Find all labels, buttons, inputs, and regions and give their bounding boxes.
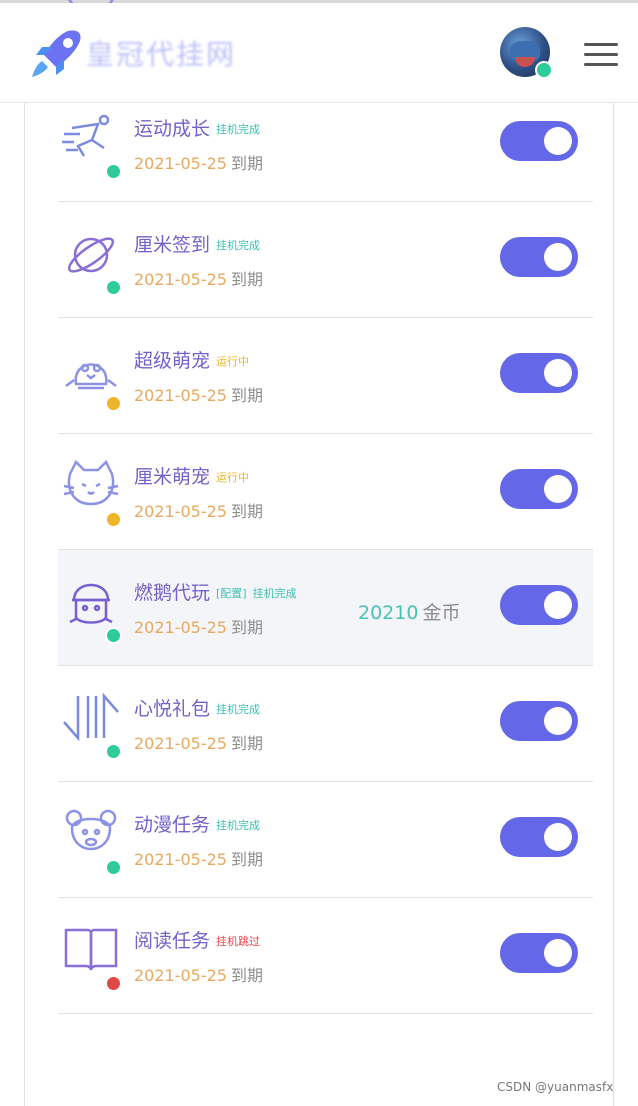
app-header: 皇冠代挂网 <box>0 3 638 103</box>
expire-date: 2021-05-25到期 <box>134 154 263 173</box>
status-dot <box>105 627 122 644</box>
task-status-tag: 运行中 <box>216 355 250 368</box>
task-name: 厘米萌宠 运行中 <box>134 466 250 488</box>
toggle-knob <box>544 823 572 851</box>
toggle-knob <box>544 591 572 619</box>
task-status-tag: 挂机完成 <box>216 239 261 252</box>
status-dot <box>105 859 122 876</box>
task-row[interactable]: 超级萌宠 运行中 2021-05-25 到期 <box>58 318 593 434</box>
task-row[interactable]: 厘米萌宠 运行中 2021-05-25 到期 <box>58 434 593 550</box>
task-status-tag: 运行中 <box>216 471 250 484</box>
watermark: CSDN @yuanmasfx <box>497 1080 614 1094</box>
task-toggle-switch[interactable] <box>500 353 578 393</box>
toggle-knob <box>544 939 572 967</box>
task-row[interactable]: 动漫任务 挂机完成 2021-05-25 到期 <box>58 782 593 898</box>
hamburger-menu-icon[interactable] <box>584 41 620 69</box>
toggle-knob <box>544 359 572 387</box>
task-status-tag: 挂机完成 <box>216 819 261 832</box>
expire-date: 2021-05-25到期 <box>134 618 263 637</box>
expire-date: 2021-05-25到期 <box>134 270 263 289</box>
toggle-knob <box>544 243 572 271</box>
task-row[interactable]: 阅读任务 挂机跳过 2021-05-25 到期 <box>58 898 593 1014</box>
task-row[interactable]: 厘米签到 挂机完成 2021-05-25 到期 <box>58 202 593 318</box>
status-dot <box>105 279 122 296</box>
task-toggle-switch[interactable] <box>500 237 578 277</box>
status-dot <box>105 743 122 760</box>
status-dot <box>105 163 122 180</box>
toggle-knob <box>544 127 572 155</box>
task-status-tag: 挂机完成 <box>216 123 261 136</box>
config-link[interactable]: [配置] <box>216 587 247 600</box>
task-toggle-switch[interactable] <box>500 469 578 509</box>
task-name: 厘米签到 挂机完成 <box>134 234 261 256</box>
coin-balance: 20210 金币 <box>358 602 461 624</box>
task-name: 阅读任务 挂机跳过 <box>134 930 261 952</box>
expire-date: 2021-05-25到期 <box>134 386 263 405</box>
toggle-knob <box>544 475 572 503</box>
toggle-knob <box>544 707 572 735</box>
brand-title[interactable]: 皇冠代挂网 <box>86 33 236 73</box>
status-dot <box>105 975 122 992</box>
task-toggle-switch[interactable] <box>500 121 578 161</box>
status-dot <box>105 511 122 528</box>
task-toggle-switch[interactable] <box>500 933 578 973</box>
task-toggle-switch[interactable] <box>500 585 578 625</box>
task-name: 动漫任务 挂机完成 <box>134 814 261 836</box>
task-name: 燃鹅代玩 [配置] 挂机完成 <box>134 582 297 604</box>
task-toggle-switch[interactable] <box>500 817 578 857</box>
task-status-tag: 挂机完成 <box>216 703 261 716</box>
online-status-dot <box>535 61 553 79</box>
task-name: 超级萌宠 运行中 <box>134 350 250 372</box>
task-toggle-switch[interactable] <box>500 701 578 741</box>
task-name: 心悦礼包 挂机完成 <box>134 698 261 720</box>
expire-date: 2021-05-25到期 <box>134 966 263 985</box>
task-name: 运动成长 挂机完成 <box>134 118 261 140</box>
task-row[interactable]: 燃鹅代玩 [配置] 挂机完成 2021-05-25 到期 20210 金币 <box>58 550 593 666</box>
task-status-tag: 挂机跳过 <box>216 935 261 948</box>
expire-date: 2021-05-25到期 <box>134 734 263 753</box>
expire-date: 2021-05-25到期 <box>134 850 263 869</box>
task-row[interactable]: 运动成长 挂机完成 2021-05-25 到期 <box>58 86 593 202</box>
expire-date: 2021-05-25到期 <box>134 502 263 521</box>
task-row[interactable]: 心悦礼包 挂机完成 2021-05-25 到期 <box>58 666 593 782</box>
task-status-tag: 挂机完成 <box>252 587 297 600</box>
rocket-icon[interactable] <box>28 25 84 81</box>
status-dot <box>105 395 122 412</box>
